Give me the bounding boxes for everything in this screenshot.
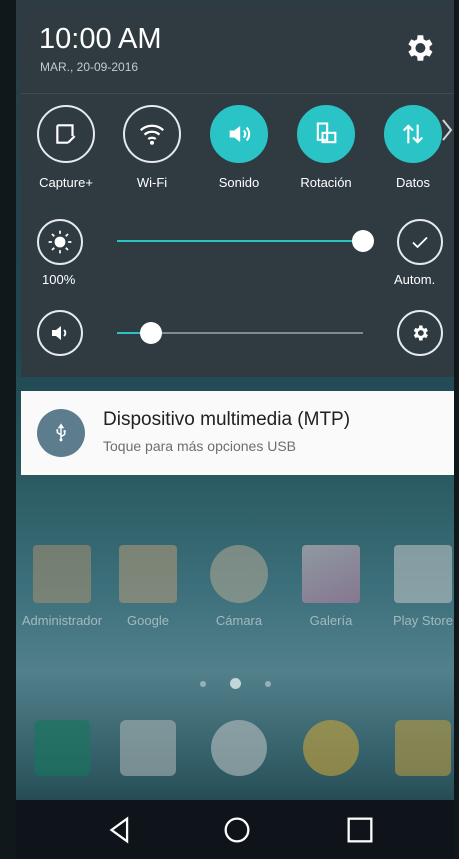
gear-icon[interactable]: [402, 31, 436, 65]
notification-title: Dispositivo multimedia (MTP): [103, 409, 351, 430]
brightness-icon: [37, 219, 83, 265]
recents-icon[interactable]: [343, 813, 377, 847]
volume-thumb[interactable]: [140, 322, 162, 344]
capture-plus-icon: [37, 105, 95, 163]
tile-wifi[interactable]: Wi-Fi: [114, 105, 190, 190]
wifi-icon: [123, 105, 181, 163]
dock-chrome[interactable]: [285, 720, 377, 776]
app-administrador[interactable]: Administrador: [16, 545, 108, 628]
file-manager-icon: [33, 545, 91, 603]
brightness-fill: [117, 240, 363, 242]
tile-label: Datos: [396, 175, 430, 190]
home-screen: Administrador Google Cámara Galería Play…: [16, 475, 454, 805]
usb-notification[interactable]: Dispositivo multimedia (MTP) Toque para …: [21, 391, 454, 475]
tile-label: Capture+: [39, 175, 93, 190]
tile-capture-plus[interactable]: Capture+: [28, 105, 104, 190]
app-label: Google: [127, 613, 169, 628]
home-icon[interactable]: [220, 813, 254, 847]
auto-brightness-check-icon[interactable]: [397, 219, 443, 265]
page-dot-active: [229, 678, 241, 690]
phone-screen: Administrador Google Cámara Galería Play…: [0, 0, 459, 859]
usb-icon: [37, 409, 85, 457]
tile-label: Sonido: [218, 175, 260, 190]
app-label: Cámara: [215, 613, 263, 628]
brightness-thumb[interactable]: [352, 230, 374, 252]
dock-phone[interactable]: [16, 720, 108, 776]
dock-apps[interactable]: [193, 720, 285, 776]
dock-messages[interactable]: [377, 720, 459, 776]
google-folder-icon: [119, 545, 177, 603]
brightness-value: 100%: [42, 272, 76, 287]
app-label: Play Store: [393, 613, 453, 628]
tile-label: Rotación: [300, 175, 352, 190]
rotation-icon: [297, 105, 355, 163]
app-label: Galería: [309, 613, 353, 628]
phone-icon: [34, 720, 90, 776]
app-galeria[interactable]: Galería: [285, 545, 377, 628]
contacts-icon: [120, 720, 176, 776]
app-google[interactable]: Google: [102, 545, 194, 628]
navigation-bar: [16, 800, 454, 859]
tile-sonido[interactable]: Sonido: [201, 105, 277, 190]
camera-icon: [210, 545, 268, 603]
left-frame: [0, 0, 16, 859]
divider: [21, 93, 454, 94]
page-dot: [264, 680, 271, 687]
chevron-right-icon[interactable]: [440, 115, 454, 145]
tile-rotacion[interactable]: Rotación: [288, 105, 364, 190]
app-label: Administrador: [21, 613, 103, 628]
dock-contacts[interactable]: [102, 720, 194, 776]
volume-small-icon: [37, 310, 83, 356]
gallery-icon: [302, 545, 360, 603]
chrome-icon: [303, 720, 359, 776]
page-indicator: [16, 675, 454, 693]
clock: 10:00 AM: [39, 23, 162, 55]
tile-label: Wi-Fi: [136, 175, 168, 190]
volume-settings-icon[interactable]: [397, 310, 443, 356]
volume-icon: [210, 105, 268, 163]
play-store-icon: [394, 545, 452, 603]
page-dot: [199, 680, 206, 687]
notification-subtitle: Toque para más opciones USB: [103, 438, 296, 454]
app-camara[interactable]: Cámara: [193, 545, 285, 628]
auto-brightness-label: Autom.: [394, 272, 436, 287]
date: MAR., 20-09-2016: [40, 60, 139, 74]
data-arrows-icon: [384, 105, 442, 163]
apps-drawer-icon: [211, 720, 267, 776]
back-icon[interactable]: [103, 813, 137, 847]
quick-settings-panel: 10:00 AM MAR., 20-09-2016 Capture+ Wi-Fi…: [21, 5, 454, 377]
app-play-store[interactable]: Play Store: [377, 545, 459, 628]
messages-icon: [395, 720, 451, 776]
